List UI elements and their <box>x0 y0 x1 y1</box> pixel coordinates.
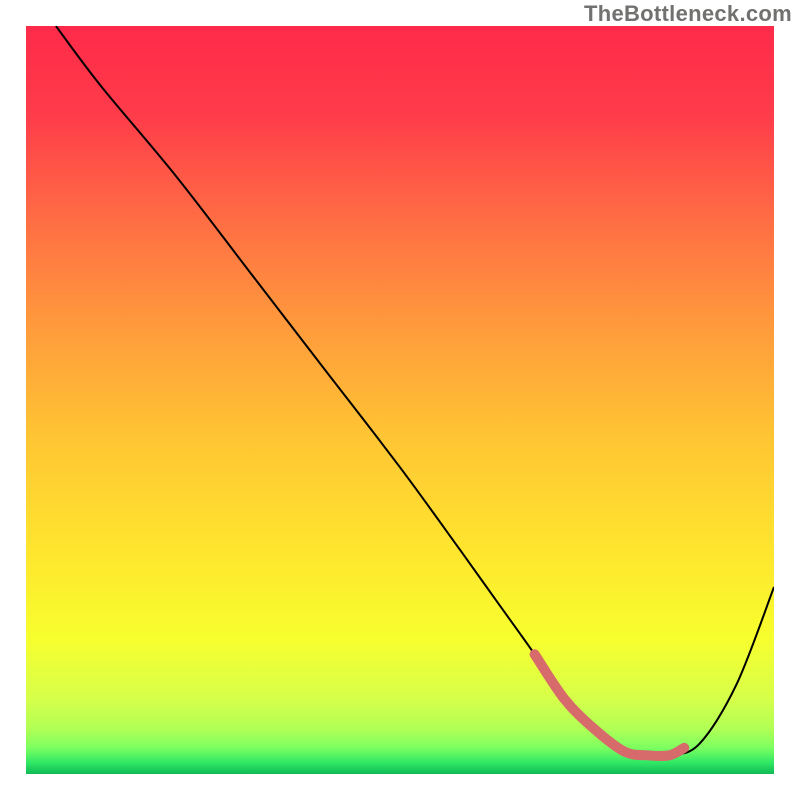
bottleneck-chart: TheBottleneck.com <box>0 0 800 800</box>
plot-background <box>26 26 774 774</box>
watermark-text: TheBottleneck.com <box>584 1 792 27</box>
chart-canvas <box>0 0 800 800</box>
